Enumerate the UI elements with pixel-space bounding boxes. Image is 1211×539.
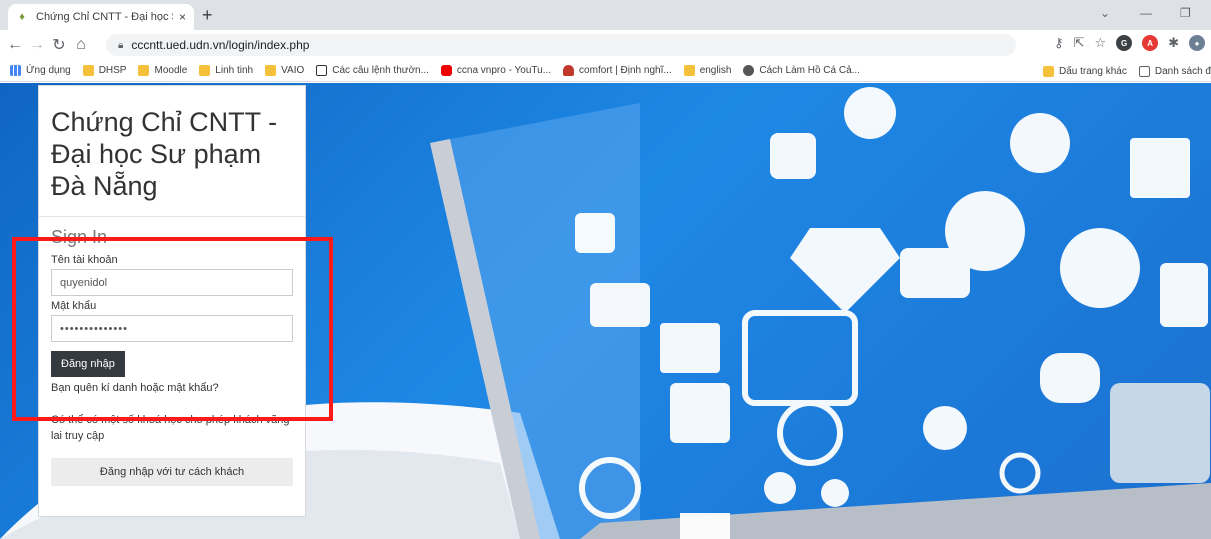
site-favicon-icon: ♦	[19, 11, 25, 23]
folder-icon	[683, 65, 695, 76]
browser-toolbar: ← → ↻ ⌂ 🔒︎ cccntt.ued.udn.vn/login/index…	[0, 30, 1211, 60]
bookmark-english[interactable]: english	[683, 65, 731, 76]
new-tab-button[interactable]: +	[202, 5, 213, 25]
adblock-icon[interactable]: A	[1142, 35, 1159, 51]
bookmark-ccna[interactable]: ccna vnpro - YouTu...	[440, 65, 551, 76]
tab-title: Chứng Chỉ CNTT - Đại học Sư ph	[36, 11, 173, 23]
username-input[interactable]	[51, 269, 293, 296]
bookmark-dhsp[interactable]: DHSP	[82, 65, 126, 76]
bookmark-cau-lenh[interactable]: Các câu lệnh thườn...	[316, 65, 429, 76]
sign-in-heading: Sign In	[51, 227, 108, 247]
card-icon	[590, 283, 650, 327]
bookmark-ho-ca[interactable]: Cách Làm Hồ Cá Cả...	[743, 65, 860, 76]
login-card: Chứng Chỉ CNTT - Đại học Sư phạm Đà Nẵng…	[38, 85, 306, 517]
youtube-icon	[440, 65, 452, 76]
forgot-password-link[interactable]: Bạn quên kí danh hoặc mật khẩu?	[51, 382, 293, 394]
presentation-icon	[1130, 138, 1190, 198]
apps-grid-icon	[10, 65, 21, 76]
folder-icon	[265, 65, 277, 76]
ring-icon	[999, 452, 1041, 494]
lightbulb-icon	[821, 479, 849, 507]
tab-search-icon[interactable]: ⌄	[1100, 6, 1110, 20]
globe-icon	[743, 65, 755, 76]
credit-card-icon	[1110, 383, 1210, 483]
pie-chart-icon	[1010, 113, 1070, 173]
dollar-coin-icon	[844, 87, 896, 139]
bookmarks-right: Dấu trang khác Danh sách đ	[1037, 60, 1211, 81]
divider	[39, 216, 305, 217]
toolbar-actions: ⚷ ⇱ ☆ G A ✱ ●	[1054, 35, 1205, 51]
site-title: Chứng Chỉ CNTT - Đại học Sư phạm Đà Nẵng	[51, 107, 278, 201]
bookmarks-bar: Ứng dụng DHSP Moodle Linh tinh VAIO Các …	[0, 60, 1211, 82]
reading-list-icon	[1138, 65, 1150, 77]
chart-card-icon	[1160, 263, 1208, 327]
extensions-puzzle-icon[interactable]: ✱	[1168, 35, 1179, 51]
laptop-dollar-icon	[670, 383, 730, 443]
safe-icon	[742, 310, 858, 406]
key-icon[interactable]: ⚷	[1054, 35, 1064, 51]
home-icon[interactable]: ⌂	[70, 36, 92, 54]
forward-icon[interactable]: →	[26, 36, 48, 54]
guest-login-button[interactable]: Đăng nhập với tư cách khách	[51, 458, 293, 486]
bookmark-linh-tinh[interactable]: Linh tinh	[199, 65, 253, 76]
bookmark-apps[interactable]: Ứng dụng	[10, 65, 71, 76]
folder-icon	[138, 65, 150, 76]
thumbs-up-icon	[575, 213, 615, 253]
restore-icon[interactable]: ❐	[1180, 6, 1191, 20]
diamond-icon	[790, 228, 900, 313]
clock-small-icon	[777, 400, 843, 466]
bookmark-comfort[interactable]: comfort | Định nghĩ...	[563, 65, 672, 76]
login-button[interactable]: Đăng nhập	[51, 351, 125, 377]
address-url: cccntt.ued.udn.vn/login/index.php	[131, 38, 310, 52]
browser-tab[interactable]: ♦ Chứng Chỉ CNTT - Đại học Sư ph ×	[8, 4, 194, 30]
star-icon[interactable]: ☆	[1094, 35, 1106, 51]
dollar-tag-icon	[770, 133, 816, 179]
head-gears-icon	[1060, 228, 1140, 308]
money-coin-icon	[923, 406, 967, 450]
folder-icon	[199, 65, 211, 76]
address-bar[interactable]: 🔒︎ cccntt.ued.udn.vn/login/index.php	[106, 34, 1016, 56]
extension-g-icon[interactable]: G	[1116, 35, 1133, 51]
tab-close-icon[interactable]: ×	[179, 10, 186, 24]
tab-strip: ♦ Chứng Chỉ CNTT - Đại học Sư ph × + ⌄ —…	[0, 0, 1211, 30]
username-label: Tên tài khoản	[51, 254, 118, 266]
chat-bubble-icon	[764, 472, 796, 504]
piggy-bank-icon	[1040, 353, 1100, 403]
password-input[interactable]	[51, 315, 293, 342]
lock-icon[interactable]: 🔒︎	[118, 40, 123, 51]
bank-icon	[660, 323, 720, 373]
bar-chart-icon	[680, 513, 730, 539]
reading-list[interactable]: Danh sách đ	[1138, 65, 1211, 77]
folder-icon	[1043, 65, 1055, 77]
password-label: Mật khẩu	[51, 300, 97, 312]
shield-icon	[563, 65, 575, 76]
bookmark-vaio[interactable]: VAIO	[265, 65, 304, 76]
minimize-icon[interactable]: —	[1140, 6, 1152, 20]
folder-icon	[82, 65, 94, 76]
bookmark-other[interactable]: Dấu trang khác	[1043, 65, 1127, 77]
profile-avatar-icon[interactable]: ●	[1189, 35, 1205, 51]
share-icon[interactable]: ⇱	[1074, 35, 1085, 51]
laptop-base-shape	[580, 483, 1211, 539]
reload-icon[interactable]: ↻	[48, 35, 70, 55]
js-icon	[316, 65, 328, 76]
guest-note: Có thể có một số khoá học cho phép khách…	[51, 414, 290, 442]
page-content: Chứng Chỉ CNTT - Đại học Sư phạm Đà Nẵng…	[0, 83, 1211, 539]
back-icon[interactable]: ←	[4, 36, 26, 54]
document-icon	[900, 248, 970, 298]
bookmark-moodle[interactable]: Moodle	[138, 65, 187, 76]
